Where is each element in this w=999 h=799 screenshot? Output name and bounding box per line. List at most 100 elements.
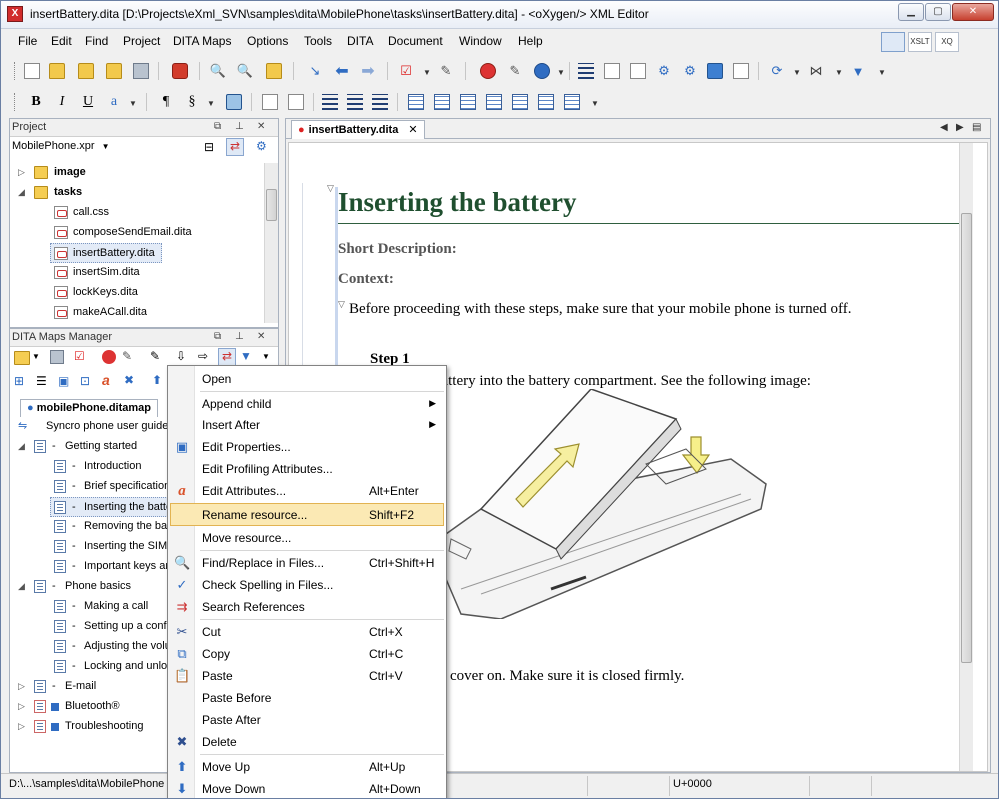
- ordered-list-button[interactable]: [369, 91, 391, 113]
- menu-options[interactable]: Options: [247, 34, 288, 48]
- menu-find[interactable]: Find: [85, 34, 108, 48]
- menu-item-copy[interactable]: ⧉ Copy Ctrl+C: [170, 643, 444, 665]
- pin-panel-icon[interactable]: ⊥: [235, 121, 244, 132]
- sync-dropdown-icon[interactable]: ▼: [793, 68, 801, 77]
- tree-item-lock-keys[interactable]: lockKeys.dita: [10, 283, 266, 303]
- menu-item-edit-attributes[interactable]: a Edit Attributes... Alt+Enter: [170, 480, 444, 502]
- join-cells-button[interactable]: [561, 91, 583, 113]
- project-file-selector[interactable]: MobilePhone.xpr ▼: [12, 140, 110, 152]
- tree-item-make-a-call[interactable]: makeACall.dita: [10, 303, 266, 323]
- delete-column-button[interactable]: [535, 91, 557, 113]
- table-properties-button[interactable]: [483, 91, 505, 113]
- pin-panel-icon[interactable]: ⊥: [235, 331, 244, 342]
- tab-next-icon[interactable]: ▶: [956, 122, 964, 133]
- tree-item-call-css[interactable]: call.css: [10, 203, 266, 223]
- print-button[interactable]: [730, 60, 752, 82]
- menu-item-paste-before[interactable]: Paste Before: [170, 687, 444, 709]
- project-scroll-thumb[interactable]: [266, 189, 277, 221]
- expand-arrow-icon[interactable]: ▷: [18, 721, 25, 732]
- open-button[interactable]: [46, 60, 68, 82]
- insert-table-button[interactable]: [405, 91, 427, 113]
- context-fold-icon[interactable]: ▽: [338, 299, 345, 310]
- diff-dropdown-icon[interactable]: ▼: [835, 68, 843, 77]
- xpath-button[interactable]: [601, 60, 623, 82]
- menu-item-rename-resource[interactable]: Rename resource... Shift+F2: [170, 503, 444, 526]
- insert-row-button[interactable]: [431, 91, 453, 113]
- tree-item-insert-sim[interactable]: insertSim.dita: [10, 263, 266, 283]
- menu-item-move-resource[interactable]: Move resource...: [170, 527, 444, 549]
- xquery-perspective-button[interactable]: XQ: [935, 32, 959, 52]
- menu-document[interactable]: Document: [388, 34, 443, 48]
- new-map-icon[interactable]: ⊞: [14, 374, 24, 388]
- map-link-editor-icon[interactable]: ⇄: [218, 348, 236, 366]
- refresh-button[interactable]: [704, 60, 726, 82]
- fold-arrow-icon[interactable]: ▽: [327, 183, 334, 194]
- section-button[interactable]: §: [181, 91, 203, 113]
- back-button[interactable]: ⬅: [331, 60, 353, 82]
- tab-prev-icon[interactable]: ◀: [940, 122, 948, 133]
- menu-item-paste[interactable]: 📋 Paste Ctrl+V: [170, 665, 444, 687]
- validate-button[interactable]: ☑: [395, 60, 417, 82]
- menu-help[interactable]: Help: [518, 34, 543, 48]
- map-item-important-keys[interactable]: - Important keys and: [10, 557, 178, 577]
- save-map-icon[interactable]: [50, 350, 64, 364]
- xslt-perspective-button[interactable]: XSLT: [908, 32, 932, 52]
- maximize-button[interactable]: ▢: [925, 3, 951, 21]
- expand-arrow-icon[interactable]: ▷: [18, 701, 25, 712]
- expand-arrow-icon[interactable]: ▷: [18, 681, 25, 692]
- sync-button[interactable]: ⟳: [766, 60, 788, 82]
- editor-perspective-button[interactable]: [881, 32, 905, 52]
- map-item-locking-unlocking[interactable]: - Locking and unlocking: [10, 657, 193, 677]
- validate-map-icon[interactable]: ☑: [74, 349, 85, 363]
- debug-transformation-button[interactable]: [531, 60, 553, 82]
- delete-row-button[interactable]: [509, 91, 531, 113]
- tab-list-icon[interactable]: ▤: [972, 122, 981, 133]
- insert-column-button[interactable]: [457, 91, 479, 113]
- menu-item-edit-properties[interactable]: ▣ Edit Properties...: [170, 436, 444, 458]
- map-item-phone-basics[interactable]: ◢ - Phone basics: [10, 577, 170, 597]
- map-item-troubleshooting[interactable]: ▷ Troubleshooting: [10, 717, 170, 737]
- find-button[interactable]: 🔍: [207, 60, 229, 82]
- map-item-bluetooth[interactable]: ▷ Bluetooth®: [10, 697, 170, 717]
- tree-item-insert-battery[interactable]: insertBattery.dita: [50, 243, 162, 263]
- find-in-files-button[interactable]: [263, 60, 285, 82]
- expand-arrow-icon[interactable]: ▷: [18, 167, 25, 178]
- menu-item-cut[interactable]: ✂ Cut Ctrl+X: [170, 621, 444, 643]
- map-filter-icon[interactable]: ▼: [240, 349, 252, 363]
- italic-button[interactable]: I: [51, 91, 73, 113]
- menu-item-find-replace-in-files[interactable]: 🔍 Find/Replace in Files... Ctrl+Shift+H: [170, 552, 444, 574]
- menu-window[interactable]: Window: [459, 34, 502, 48]
- apply-transformation-button[interactable]: [477, 60, 499, 82]
- menu-item-insert-after[interactable]: Insert After ▶: [170, 414, 444, 436]
- section-dropdown-icon[interactable]: ▼: [207, 99, 215, 108]
- go-to-button[interactable]: ↘: [304, 60, 326, 82]
- menu-item-move-up[interactable]: ⬆ Move Up Alt+Up: [170, 756, 444, 778]
- map-item-removing-battery[interactable]: - Removing the battery: [10, 517, 189, 537]
- minimize-button[interactable]: ▁: [898, 3, 924, 21]
- menu-edit[interactable]: Edit: [51, 34, 72, 48]
- reopen-button[interactable]: [103, 60, 125, 82]
- filter-dropdown-icon[interactable]: ▼: [878, 68, 886, 77]
- new-document-button[interactable]: [21, 60, 43, 82]
- validate-dropdown-icon[interactable]: ▼: [423, 68, 431, 77]
- insert-cross-ref-button[interactable]: [259, 91, 281, 113]
- map-props-edit-icon[interactable]: ⊡: [80, 374, 90, 388]
- collapse-all-icon[interactable]: ⊟: [204, 140, 214, 154]
- menu-item-search-references[interactable]: ⇉ Search References: [170, 596, 444, 618]
- restore-panel-icon[interactable]: ⧉: [214, 331, 221, 342]
- link-button[interactable]: a: [103, 91, 125, 113]
- ditamap-tab[interactable]: ● mobilePhone.ditamap: [20, 399, 159, 417]
- configure-map-icon[interactable]: ✎: [122, 349, 132, 363]
- menu-file[interactable]: File: [18, 34, 37, 48]
- map-edit-attributes-icon[interactable]: a: [102, 372, 110, 388]
- map-insert-icon[interactable]: ⇨: [198, 349, 208, 363]
- schema-button[interactable]: [627, 60, 649, 82]
- open-map-editor-icon[interactable]: ✎: [150, 349, 160, 363]
- find-replace-button[interactable]: 🔍: [234, 60, 256, 82]
- edit-attributes-toolbar-button[interactable]: [169, 60, 191, 82]
- menu-item-open[interactable]: Open: [170, 368, 444, 390]
- menu-dita[interactable]: DITA: [347, 34, 373, 48]
- close-panel-icon[interactable]: ✕: [257, 121, 265, 132]
- close-panel-icon[interactable]: ✕: [257, 331, 265, 342]
- unordered-list-button[interactable]: [344, 91, 366, 113]
